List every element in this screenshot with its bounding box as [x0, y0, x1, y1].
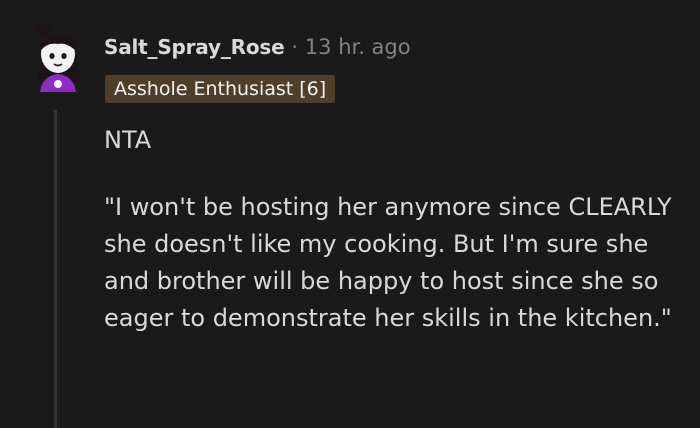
- user-flair: Asshole Enthusiast [6]: [105, 75, 336, 103]
- user-avatar-icon[interactable]: [30, 20, 86, 96]
- comment-body: NTA "I won't be hosting her anymore sinc…: [104, 122, 694, 367]
- meta-separator: ·: [291, 35, 298, 59]
- comment-paragraph: NTA: [104, 126, 152, 154]
- comment: Salt_Spray_Rose · 13 hr. ago Asshole Ent…: [0, 0, 700, 428]
- comment-header: Salt_Spray_Rose · 13 hr. ago: [104, 32, 411, 62]
- thread-line[interactable]: [54, 110, 57, 428]
- username-link[interactable]: Salt_Spray_Rose: [104, 35, 285, 59]
- comment-paragraph: "I won't be hosting her anymore since CL…: [104, 193, 672, 332]
- timestamp-link[interactable]: 13 hr. ago: [305, 35, 411, 59]
